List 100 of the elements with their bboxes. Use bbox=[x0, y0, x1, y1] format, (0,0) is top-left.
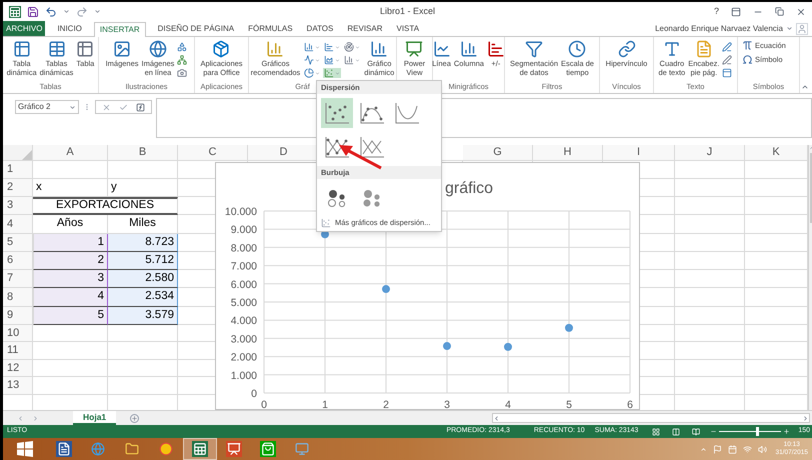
zoom-out-icon[interactable] bbox=[710, 428, 718, 435]
ribbon-tab[interactable]: INICIO bbox=[55, 21, 84, 36]
ribbon-tab[interactable]: FÓRMULAS bbox=[246, 21, 295, 36]
column-header[interactable]: C bbox=[178, 145, 248, 161]
zoom-in-icon[interactable] bbox=[783, 428, 790, 435]
collapse-ribbon-icon[interactable] bbox=[801, 83, 809, 91]
caret-icon[interactable] bbox=[355, 58, 360, 62]
wordart-icon[interactable] bbox=[722, 42, 732, 52]
row-header[interactable]: 10 bbox=[3, 324, 33, 342]
chart-type-button[interactable] bbox=[303, 68, 322, 78]
add-sheet-icon[interactable] bbox=[130, 414, 140, 422]
caret-icon[interactable] bbox=[786, 25, 793, 32]
caret-icon[interactable] bbox=[315, 58, 320, 62]
chart-type-button[interactable] bbox=[323, 42, 342, 52]
ribbon-tab[interactable]: VISTA bbox=[394, 21, 422, 36]
table-cell-text: 2.534 bbox=[144, 289, 175, 304]
table-cell bbox=[675, 215, 745, 234]
caret-icon[interactable] bbox=[315, 70, 320, 76]
object-icon[interactable] bbox=[722, 68, 732, 78]
row-header[interactable]: 8 bbox=[3, 288, 33, 307]
caret-icon[interactable] bbox=[355, 44, 360, 50]
row-header[interactable]: 6 bbox=[3, 252, 33, 270]
name-box[interactable]: Gráfico 2 bbox=[15, 100, 79, 114]
column-header[interactable]: J bbox=[675, 145, 745, 161]
flag-icon[interactable] bbox=[713, 444, 722, 454]
axis-label: 6.000 bbox=[230, 278, 257, 291]
chart-type-button[interactable] bbox=[343, 55, 362, 65]
column-header[interactable]: K bbox=[745, 145, 808, 161]
customize-icon[interactable] bbox=[94, 8, 101, 15]
ribbon-tab[interactable]: DATOS bbox=[304, 21, 336, 36]
caret-icon[interactable] bbox=[63, 8, 70, 15]
row-header[interactable]: 5 bbox=[3, 234, 33, 252]
text-box-icon bbox=[662, 40, 681, 58]
table-cell bbox=[108, 377, 178, 395]
start-icon[interactable] bbox=[17, 441, 33, 457]
row-header[interactable]: 4 bbox=[3, 215, 33, 234]
account-name[interactable]: Leonardo Enrique Narvaez Valencia bbox=[655, 22, 783, 34]
avatar-icon[interactable] bbox=[796, 22, 808, 34]
column-header[interactable]: I bbox=[603, 145, 675, 161]
scroll-right-icon[interactable] bbox=[802, 414, 809, 422]
row-header[interactable]: 12 bbox=[3, 360, 33, 378]
tray-expand-icon[interactable] bbox=[700, 446, 708, 452]
axis-label: 0 bbox=[251, 388, 257, 400]
redo-icon[interactable] bbox=[76, 6, 88, 18]
chart-type-option[interactable] bbox=[321, 98, 353, 128]
chart-type-button[interactable] bbox=[303, 55, 322, 65]
page-layout-icon[interactable] bbox=[672, 428, 680, 436]
row-header[interactable]: 9 bbox=[3, 306, 33, 325]
header-footer-icon bbox=[694, 40, 713, 58]
enter-icon[interactable] bbox=[119, 102, 128, 112]
screenshot-icon[interactable] bbox=[177, 68, 188, 78]
zoom-slider-thumb[interactable] bbox=[756, 427, 760, 436]
row-header[interactable]: 7 bbox=[3, 270, 33, 288]
caret-icon[interactable] bbox=[69, 104, 76, 110]
previous-sheet-icon[interactable] bbox=[17, 414, 24, 422]
ribbon-tab[interactable]: REVISAR bbox=[345, 21, 384, 36]
save-icon[interactable] bbox=[27, 6, 39, 18]
column-header[interactable]: B bbox=[108, 145, 178, 161]
column-header[interactable]: H bbox=[533, 145, 603, 161]
chart-type-button[interactable] bbox=[323, 55, 342, 65]
scroll-left-icon[interactable] bbox=[493, 414, 500, 422]
caret-icon[interactable] bbox=[335, 44, 340, 50]
ribbon-tab[interactable]: INSERTAR bbox=[94, 22, 146, 37]
axis-label: 7.000 bbox=[230, 260, 257, 273]
row-header[interactable]: 11 bbox=[3, 342, 33, 360]
area-chart-icon bbox=[324, 55, 334, 65]
column-header[interactable]: A bbox=[33, 145, 108, 161]
ribbon-display-icon[interactable] bbox=[731, 6, 741, 16]
tray-icon[interactable] bbox=[728, 444, 738, 454]
axis-label: 9.000 bbox=[230, 224, 257, 236]
cancel-icon[interactable] bbox=[102, 102, 111, 112]
chart-type-button[interactable] bbox=[303, 42, 322, 52]
chart-type-button[interactable] bbox=[323, 68, 342, 78]
caret-icon[interactable] bbox=[315, 44, 320, 50]
close-icon[interactable] bbox=[796, 6, 806, 16]
table-cell-text: y bbox=[110, 180, 118, 194]
page-break-icon[interactable] bbox=[692, 428, 700, 436]
caret-icon[interactable] bbox=[335, 58, 340, 62]
insert-function-icon[interactable] bbox=[136, 102, 145, 112]
row-header[interactable]: 3 bbox=[3, 196, 33, 216]
column-header[interactable]: G bbox=[463, 145, 533, 161]
smartart-icon[interactable] bbox=[177, 55, 188, 65]
help-button[interactable]: ? bbox=[714, 4, 719, 18]
undo-icon[interactable] bbox=[45, 6, 57, 18]
row-header[interactable]: 13 bbox=[3, 377, 33, 395]
restore-icon[interactable] bbox=[775, 7, 784, 16]
normal-view-icon[interactable] bbox=[652, 428, 660, 436]
ribbon-tab[interactable]: DISEÑO DE PÁGINA bbox=[156, 21, 236, 36]
row-header[interactable]: 2 bbox=[3, 178, 33, 197]
ribbon-tab[interactable]: ARCHIVO bbox=[3, 21, 46, 36]
signature-icon[interactable] bbox=[722, 55, 732, 65]
sheet-tab[interactable]: Hoja1 bbox=[73, 411, 116, 425]
shapes-icon[interactable] bbox=[177, 42, 188, 52]
horizontal-scrollbar[interactable] bbox=[492, 413, 810, 423]
axis-label: 5 bbox=[566, 399, 572, 410]
taskbar-app[interactable] bbox=[183, 438, 217, 460]
row-header[interactable]: 1 bbox=[3, 161, 33, 178]
chart-type-button[interactable] bbox=[343, 42, 362, 52]
pivot-chart-icon bbox=[370, 40, 388, 58]
next-sheet-icon[interactable] bbox=[32, 414, 39, 422]
